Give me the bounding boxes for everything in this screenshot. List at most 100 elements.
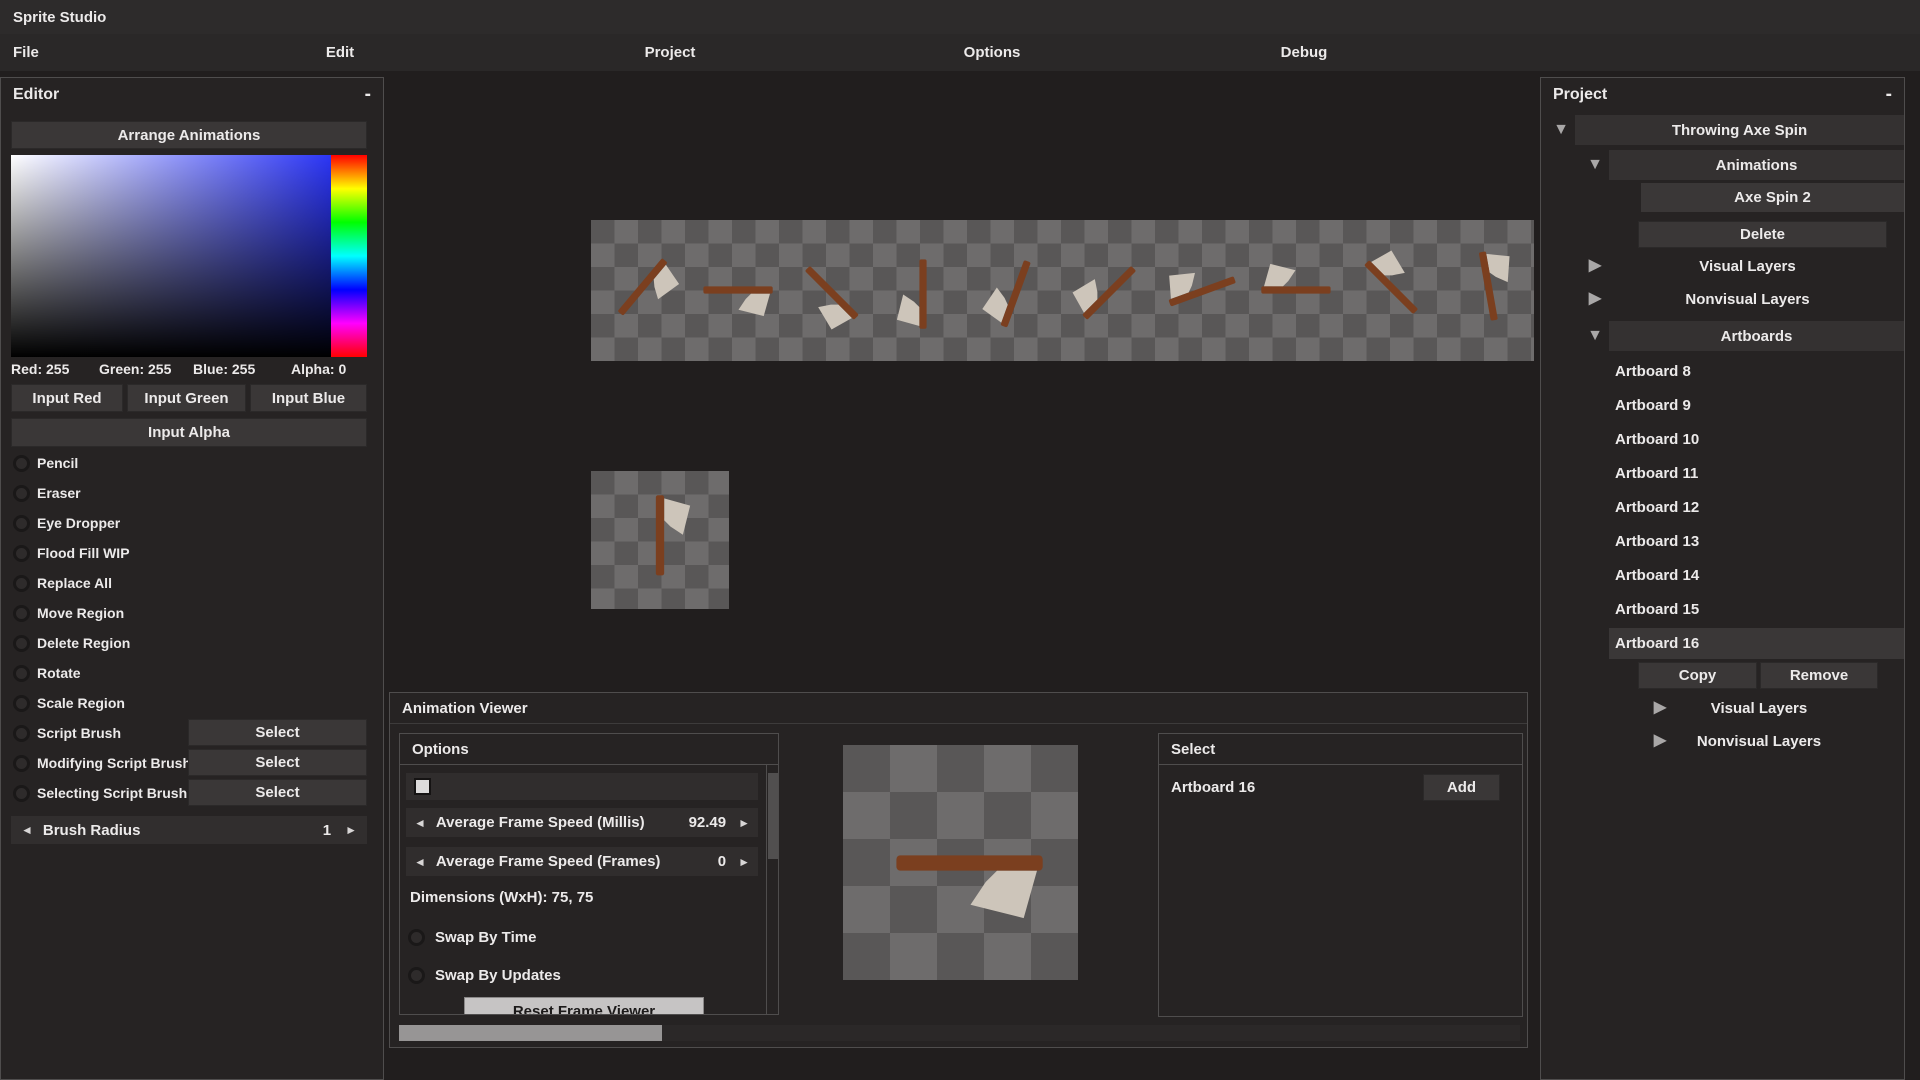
select-modifying-script-brush-button[interactable]: Select (188, 749, 367, 776)
add-button[interactable]: Add (1423, 774, 1500, 801)
tool-radio-icon[interactable] (13, 725, 30, 742)
visual-layers-node[interactable]: Visual Layers (1659, 694, 1859, 722)
artboard-item[interactable]: Artboard 16 (1609, 628, 1904, 659)
scrollbar-thumb[interactable] (768, 773, 778, 859)
artboard-canvas[interactable] (591, 471, 729, 609)
tool-radio-icon[interactable] (13, 665, 30, 682)
animation-item[interactable]: Axe Spin 2 (1641, 183, 1904, 212)
sprite-frame[interactable] (1347, 245, 1441, 335)
sprite-frame[interactable] (876, 245, 970, 335)
checkbox[interactable] (414, 778, 431, 795)
animations-node[interactable]: Animations (1609, 150, 1904, 180)
tool-radio-icon[interactable] (13, 605, 30, 622)
sprite-frame[interactable] (593, 245, 687, 335)
increment-icon[interactable]: ► (738, 816, 750, 830)
collapsed-expander-icon[interactable]: ▶ (1583, 251, 1607, 281)
artboards-node[interactable]: Artboards (1609, 321, 1904, 351)
copy-button[interactable]: Copy (1638, 662, 1757, 689)
project-root-node[interactable]: Throwing Axe Spin (1575, 115, 1904, 145)
blue-value-label: Blue: 255 (193, 361, 255, 377)
menu-debug[interactable]: Debug (1281, 34, 1328, 71)
tool-radio-icon[interactable] (13, 455, 30, 472)
select-script-brush-button[interactable]: Select (188, 719, 367, 746)
tool-move-region[interactable]: Move Region (1, 598, 385, 628)
horizontal-scrollbar[interactable] (399, 1025, 1520, 1041)
nonvisual-layers-node[interactable]: Nonvisual Layers (1609, 285, 1886, 313)
menu-project[interactable]: Project (645, 34, 696, 71)
decrement-icon[interactable]: ◄ (414, 816, 426, 830)
tool-pencil[interactable]: Pencil (1, 448, 385, 478)
sprite-frame[interactable] (782, 245, 876, 335)
artboard-item[interactable]: Artboard 10 (1609, 424, 1904, 455)
menu-file[interactable]: File (13, 34, 39, 71)
tool-radio-icon[interactable] (13, 695, 30, 712)
sprite-frame[interactable] (1159, 245, 1253, 335)
nonvisual-layers-node[interactable]: Nonvisual Layers (1659, 727, 1859, 755)
tool-radio-icon[interactable] (13, 755, 30, 772)
sprite-frame[interactable] (687, 245, 781, 335)
artboard-item[interactable]: Artboard 11 (1609, 458, 1904, 489)
expander-icon[interactable]: ▼ (1549, 115, 1573, 145)
menu-edit[interactable]: Edit (326, 34, 354, 71)
decrement-icon[interactable]: ◄ (21, 823, 33, 837)
artboard-item[interactable]: Artboard 15 (1609, 594, 1904, 625)
increment-icon[interactable]: ► (738, 855, 750, 869)
input-blue-button[interactable]: Input Blue (250, 384, 367, 412)
tool-delete-region[interactable]: Delete Region (1, 628, 385, 658)
radio-icon[interactable] (408, 929, 425, 946)
hue-bar[interactable] (331, 155, 367, 357)
menu-options[interactable]: Options (964, 34, 1021, 71)
input-red-button[interactable]: Input Red (11, 384, 123, 412)
artboard-item[interactable]: Artboard 12 (1609, 492, 1904, 523)
collapse-icon[interactable]: - (1886, 85, 1892, 104)
animation-preview[interactable] (843, 745, 1078, 980)
input-alpha-button[interactable]: Input Alpha (11, 418, 367, 447)
delete-button[interactable]: Delete (1638, 221, 1887, 248)
tool-script-brush[interactable]: Script BrushSelect (1, 718, 385, 748)
artboard-item[interactable]: Artboard 9 (1609, 390, 1904, 421)
swap-by-time-option[interactable]: Swap By Time (408, 925, 536, 949)
artboard-item[interactable]: Artboard 14 (1609, 560, 1904, 591)
tool-selecting-script-brush[interactable]: Selecting Script BrushSelect (1, 778, 385, 808)
expander-icon[interactable]: ▼ (1583, 321, 1607, 351)
expander-icon[interactable]: ▼ (1583, 150, 1607, 180)
sprite-frame[interactable] (1253, 245, 1347, 335)
tool-flood-fill-wip[interactable]: Flood Fill WIP (1, 538, 385, 568)
sprite-sheet-strip[interactable] (591, 220, 1534, 361)
tool-eye-dropper[interactable]: Eye Dropper (1, 508, 385, 538)
decrement-icon[interactable]: ◄ (414, 855, 426, 869)
tool-replace-all[interactable]: Replace All (1, 568, 385, 598)
visual-layers-node[interactable]: Visual Layers (1609, 252, 1886, 280)
tool-rotate[interactable]: Rotate (1, 658, 385, 688)
select-selecting-script-brush-button[interactable]: Select (188, 779, 367, 806)
reset-frame-viewer-button[interactable]: Reset Frame Viewer (464, 997, 704, 1014)
increment-icon[interactable]: ► (345, 823, 357, 837)
tool-radio-icon[interactable] (13, 515, 30, 532)
sprite-frame[interactable] (970, 245, 1064, 335)
tool-eraser[interactable]: Eraser (1, 478, 385, 508)
sprite-frame[interactable] (1065, 245, 1159, 335)
tool-radio-icon[interactable] (13, 485, 30, 502)
sprite-frame[interactable] (1442, 245, 1536, 335)
input-green-button[interactable]: Input Green (127, 384, 246, 412)
tool-radio-icon[interactable] (13, 575, 30, 592)
options-scrollbar[interactable] (766, 765, 778, 1014)
tool-radio-icon[interactable] (13, 545, 30, 562)
tool-modifying-script-brush[interactable]: Modifying Script BrushSelect (1, 748, 385, 778)
tool-radio-icon[interactable] (13, 635, 30, 652)
arrange-animations-button[interactable]: Arrange Animations (11, 121, 367, 149)
axe-sprite (1255, 245, 1345, 335)
radio-icon[interactable] (408, 967, 425, 984)
collapse-icon[interactable]: - (365, 85, 371, 104)
axe-sprite (595, 245, 685, 335)
artboard-item[interactable]: Artboard 13 (1609, 526, 1904, 557)
tool-scale-region[interactable]: Scale Region (1, 688, 385, 718)
remove-button[interactable]: Remove (1760, 662, 1878, 689)
tool-radio-icon[interactable] (13, 785, 30, 802)
scrollbar-thumb[interactable] (399, 1025, 662, 1041)
collapsed-expander-icon[interactable]: ▶ (1583, 284, 1607, 314)
options-content: ◄ Average Frame Speed (Millis) 92.49 ► ◄… (400, 765, 778, 1014)
saturation-value-square[interactable] (11, 155, 331, 357)
artboard-item[interactable]: Artboard 8 (1609, 356, 1904, 387)
swap-by-updates-option[interactable]: Swap By Updates (408, 963, 561, 987)
